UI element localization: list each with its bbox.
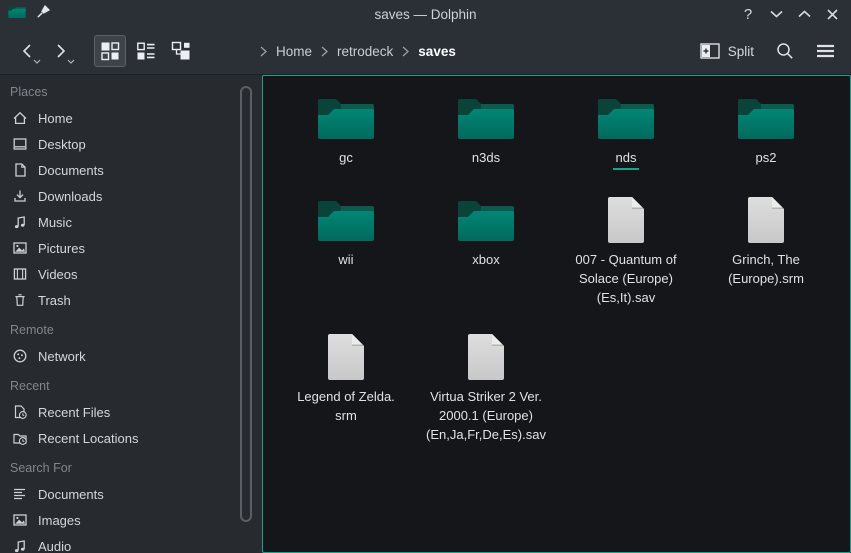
icons-view-button[interactable] [94, 35, 126, 67]
toolbar: Home retrodeck saves Split [0, 28, 851, 75]
sidebar-item-network[interactable]: Network [0, 343, 238, 369]
folder-item-xbox[interactable]: xbox [416, 194, 556, 307]
tree-view-button[interactable] [166, 35, 198, 67]
folder-item-nds[interactable]: nds [556, 92, 696, 170]
file-icon [466, 332, 506, 382]
folder-view[interactable]: gc n3ds nds ps2 [262, 75, 851, 553]
sidebar-item-documents[interactable]: Documents [0, 157, 238, 183]
folder-icon [457, 197, 515, 243]
section-header-search-for: Search For [0, 455, 238, 481]
folder-icon [317, 95, 375, 141]
desktop-icon [12, 136, 28, 152]
close-button[interactable] [821, 3, 843, 25]
recent-folder-icon [12, 430, 28, 446]
sidebar-item-recent-files[interactable]: Recent Files [0, 399, 238, 425]
section-header-remote: Remote [0, 317, 238, 343]
back-button[interactable] [12, 35, 42, 67]
tree-view-icon [171, 41, 193, 61]
back-dropdown-icon [33, 59, 41, 64]
music-note-icon [12, 538, 28, 553]
folder-item-gc[interactable]: gc [276, 92, 416, 170]
sidebar-item-recent-locations[interactable]: Recent Locations [0, 425, 238, 451]
pin-icon[interactable] [36, 4, 51, 24]
breadcrumb-separator-icon [321, 46, 328, 57]
hamburger-icon [816, 44, 835, 58]
breadcrumb-home[interactable]: Home [276, 44, 312, 59]
window-folder-icon [8, 4, 26, 24]
sidebar-item-search-images[interactable]: Images [0, 507, 238, 533]
sidebar-item-downloads[interactable]: Downloads [0, 183, 238, 209]
icons-view-icon [100, 41, 120, 61]
file-icon [326, 332, 366, 382]
sidebar-item-home[interactable]: Home [0, 105, 238, 131]
file-item-007-quantum-of-solace[interactable]: 007 - Quantum of Solace (Europe) (Es,It)… [556, 194, 696, 307]
sidebar-scrollbar[interactable] [239, 75, 254, 553]
breadcrumb-retrodeck[interactable]: retrodeck [337, 44, 393, 59]
breadcrumb-separator-icon[interactable] [260, 46, 267, 57]
view-mode-group [94, 35, 198, 67]
search-icon [776, 42, 794, 60]
sidebar-scrollbar-handle[interactable] [240, 86, 252, 522]
file-item-virtua-striker-2[interactable]: Virtua Striker 2 Ver. 2000.1 (Europe) (E… [416, 331, 556, 444]
sidebar-item-music[interactable]: Music [0, 209, 238, 235]
details-view-button[interactable] [130, 35, 162, 67]
section-header-recent: Recent [0, 373, 238, 399]
image-icon [12, 512, 28, 528]
sidebar-item-pictures[interactable]: Pictures [0, 235, 238, 261]
film-icon [12, 266, 28, 282]
folder-item-n3ds[interactable]: n3ds [416, 92, 556, 170]
breadcrumb: Home retrodeck saves [260, 44, 456, 59]
sidebar-item-search-audio[interactable]: Audio [0, 533, 238, 553]
split-button[interactable]: Split [700, 43, 754, 59]
file-icon [746, 195, 786, 245]
document-icon [12, 162, 28, 178]
recent-file-icon [12, 404, 28, 420]
section-header-places: Places [0, 79, 238, 105]
dolphin-window: saves — Dolphin ? [0, 0, 851, 553]
titlebar[interactable]: saves — Dolphin ? [0, 0, 851, 28]
folder-icon [457, 95, 515, 141]
details-view-icon [136, 41, 156, 61]
file-icon [606, 195, 646, 245]
split-view-icon [700, 43, 720, 59]
minimize-button[interactable] [765, 3, 787, 25]
network-icon [12, 348, 28, 364]
file-item-grinch-the[interactable]: Grinch, The (Europe).srm [696, 194, 836, 307]
sidebar-item-desktop[interactable]: Desktop [0, 131, 238, 157]
forward-dropdown-icon [67, 59, 75, 64]
breadcrumb-saves[interactable]: saves [418, 44, 456, 59]
folder-icon [737, 95, 795, 141]
trash-icon [12, 292, 28, 308]
maximize-button[interactable] [793, 3, 815, 25]
file-item-legend-of-zelda[interactable]: Legend of Zelda. srm [276, 331, 416, 444]
sidebar-item-search-documents[interactable]: Documents [0, 481, 238, 507]
breadcrumb-separator-icon [402, 46, 409, 57]
sidebar-item-videos[interactable]: Videos [0, 261, 238, 287]
menu-button[interactable] [816, 44, 835, 58]
music-note-icon [12, 214, 28, 230]
window-title: saves — Dolphin [0, 7, 851, 22]
download-icon [12, 188, 28, 204]
sidebar-item-trash[interactable]: Trash [0, 287, 238, 313]
home-icon [12, 110, 28, 126]
folder-item-ps2[interactable]: ps2 [696, 92, 836, 170]
places-panel: Places Home Desktop Documents Downloads … [0, 75, 238, 553]
folder-item-wii[interactable]: wii [276, 194, 416, 307]
image-icon [12, 240, 28, 256]
folder-icon [597, 95, 655, 141]
folder-icon [317, 197, 375, 243]
search-button[interactable] [776, 42, 794, 60]
forward-button[interactable] [46, 35, 76, 67]
text-lines-icon [12, 486, 28, 502]
help-button[interactable]: ? [737, 3, 759, 25]
split-button-label: Split [728, 44, 754, 59]
